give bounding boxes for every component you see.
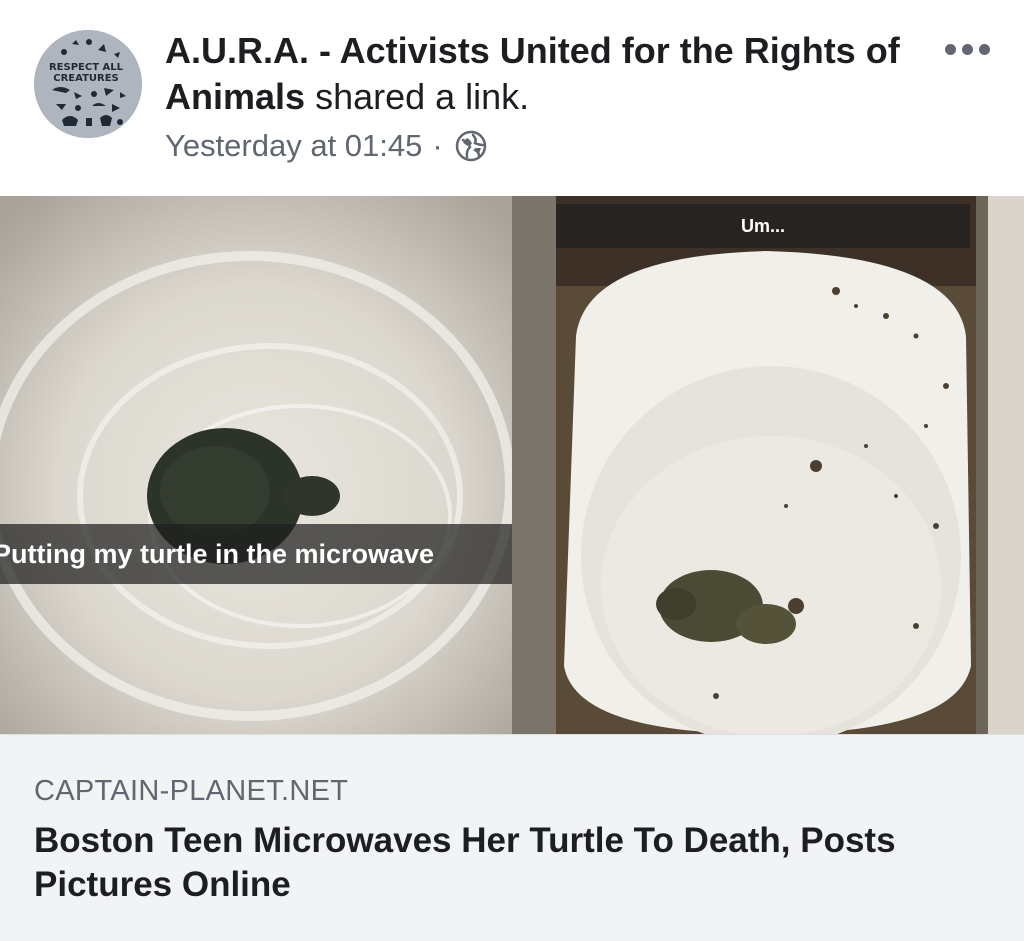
meta-separator: · xyxy=(432,128,443,163)
author-name-link[interactable]: A.U.R.A. - Activists United for the Righ… xyxy=(165,30,900,117)
feed-post: RESPECT ALL CREATURES A.U.R.A. - Activis… xyxy=(0,0,1024,941)
avatar-text-line1: RESPECT ALL xyxy=(49,62,124,73)
link-preview-card[interactable]: CAPTAIN-PLANET.NET Boston Teen Microwave… xyxy=(0,734,1024,941)
post-image-collage[interactable]: Putting my turtle in the microwave Um... xyxy=(0,196,1024,734)
left-image-caption-text: Putting my turtle in the microwave xyxy=(0,538,435,569)
post-action-text: shared a link. xyxy=(315,76,530,117)
link-domain: CAPTAIN-PLANET.NET xyxy=(34,775,349,807)
post-timestamp[interactable]: Yesterday at 01:45 xyxy=(165,124,422,168)
left-image-caption: Putting my turtle in the microwave xyxy=(0,524,512,584)
globe-icon[interactable] xyxy=(455,130,487,162)
post-author-line: A.U.R.A. - Activists United for the Righ… xyxy=(165,28,925,120)
more-dot-icon xyxy=(979,44,990,55)
avatar-text-line2: CREATURES xyxy=(53,73,119,84)
third-image-edge xyxy=(976,196,1024,734)
more-dot-icon xyxy=(962,44,973,55)
post-header: RESPECT ALL CREATURES A.U.R.A. - Activis… xyxy=(0,0,1024,196)
right-image-caption: Um... xyxy=(556,204,970,248)
link-title[interactable]: Boston Teen Microwaves Her Turtle To Dea… xyxy=(34,819,994,907)
respect-all-creatures-logo: RESPECT ALL CREATURES xyxy=(34,30,142,138)
more-dot-icon xyxy=(945,44,956,55)
more-options-button[interactable] xyxy=(945,44,990,55)
right-image-caption-text: Um... xyxy=(740,215,785,236)
page-avatar[interactable]: RESPECT ALL CREATURES xyxy=(34,30,142,138)
burnt-turtle-image xyxy=(556,196,976,734)
turtle-in-bowl-image xyxy=(0,196,512,734)
post-meta: Yesterday at 01:45 · xyxy=(165,124,487,168)
